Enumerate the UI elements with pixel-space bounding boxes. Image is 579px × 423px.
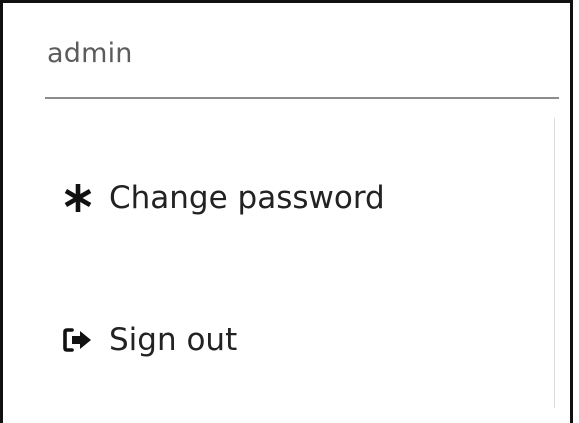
sign-out-label: Sign out xyxy=(109,322,238,358)
menu-scroll-divider xyxy=(554,118,555,408)
change-password-menu-item[interactable]: Change password xyxy=(63,168,385,228)
user-dropdown-menu: admin Change password Sign out xyxy=(0,0,573,423)
user-menu-header: admin xyxy=(45,29,559,99)
sign-out-menu-item[interactable]: Sign out xyxy=(63,310,237,370)
sign-out-icon xyxy=(63,327,93,353)
change-password-label: Change password xyxy=(109,180,385,216)
username-label: admin xyxy=(47,38,133,69)
asterisk-icon xyxy=(63,183,93,213)
